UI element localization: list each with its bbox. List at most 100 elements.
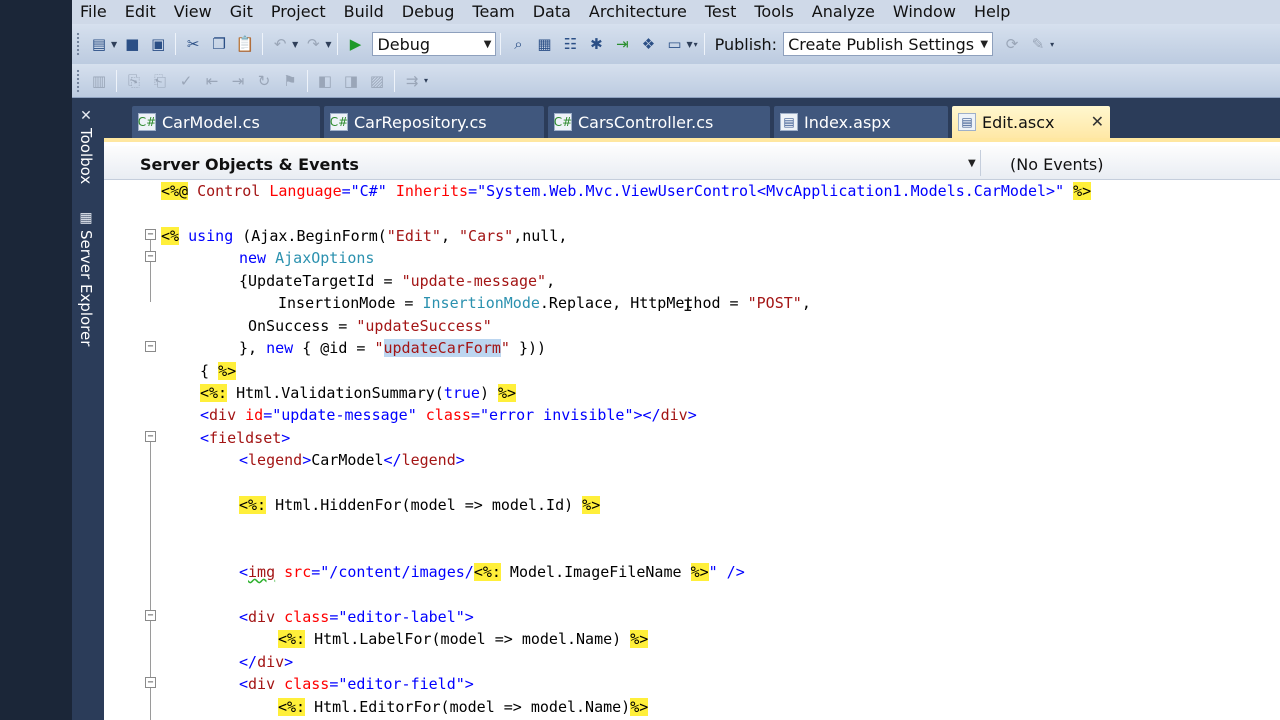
- menu-debug[interactable]: Debug: [393, 0, 464, 24]
- code-line[interactable]: </div>: [239, 651, 293, 673]
- collapse-icon[interactable]: −: [145, 229, 156, 240]
- code-line[interactable]: <fieldset>: [200, 427, 290, 449]
- comment-icon[interactable]: ⎘: [123, 70, 145, 92]
- new-project-icon[interactable]: ▤: [88, 33, 110, 55]
- code-line[interactable]: <%@ Control Language="C#" Inherits="Syst…: [161, 180, 1092, 202]
- menu-test[interactable]: Test: [696, 0, 746, 24]
- code-line[interactable]: <%: Html.EditorFor(model => model.Name)%…: [278, 696, 649, 718]
- code-string: "POST": [747, 294, 802, 312]
- code-line[interactable]: {UpdateTargetId = "update-message",: [239, 270, 555, 292]
- code-line[interactable]: <div class="editor-field">: [239, 673, 474, 695]
- publish-settings-edit-icon[interactable]: ✎: [1027, 33, 1049, 55]
- server-objects-dropdown[interactable]: Server Objects & Events: [140, 155, 359, 174]
- menu-team[interactable]: Team: [463, 0, 523, 24]
- menu-edit[interactable]: Edit: [116, 0, 165, 24]
- close-icon[interactable]: ✕: [1091, 112, 1104, 131]
- toolbar-overflow-icon[interactable]: ▾: [694, 40, 698, 49]
- code-punct: />: [717, 563, 745, 581]
- publish-web-icon[interactable]: ⟳: [1001, 33, 1023, 55]
- tab-index-aspx[interactable]: ▤ Index.aspx: [774, 106, 948, 138]
- find-in-files-icon[interactable]: ⌕: [507, 33, 529, 55]
- tab-edit-ascx[interactable]: ▤ Edit.ascx ✕: [952, 106, 1110, 138]
- code-line[interactable]: <%: Html.HiddenFor(model => model.Id) %>: [239, 494, 601, 516]
- toolbar-overflow-icon[interactable]: ▾: [1050, 40, 1054, 49]
- tab-carmodel[interactable]: C# CarModel.cs: [132, 106, 320, 138]
- menu-file[interactable]: File: [72, 0, 116, 24]
- menu-analyze[interactable]: Analyze: [803, 0, 884, 24]
- chevron-down-icon: ▼: [980, 38, 989, 50]
- publish-settings-combo[interactable]: Create Publish Settings ▼: [783, 32, 994, 56]
- menu-window[interactable]: Window: [884, 0, 965, 24]
- save-all-icon[interactable]: ▣: [147, 33, 169, 55]
- clear-bookmarks-icon[interactable]: ▨: [366, 70, 388, 92]
- next-bookmark-icon[interactable]: ◨: [340, 70, 362, 92]
- indent-icon[interactable]: ⇥: [227, 70, 249, 92]
- object-browser-icon[interactable]: ✱: [585, 33, 607, 55]
- toolbox-tab[interactable]: ✕ Toolbox: [74, 108, 98, 184]
- code-line[interactable]: new AjaxOptions: [239, 247, 374, 269]
- menu-data[interactable]: Data: [524, 0, 580, 24]
- code-line[interactable]: <div id="update-message" class="error in…: [200, 404, 697, 426]
- chevron-down-icon[interactable]: ▼: [968, 158, 976, 169]
- previous-bookmark-icon[interactable]: ◧: [314, 70, 336, 92]
- redo-icon[interactable]: ↷: [302, 33, 324, 55]
- menu-git[interactable]: Git: [221, 0, 262, 24]
- solution-explorer-icon[interactable]: ▦: [533, 33, 555, 55]
- collapse-icon[interactable]: −: [145, 251, 156, 262]
- code-line[interactable]: OnSuccess = "updateSuccess": [248, 315, 492, 337]
- quick-info-icon[interactable]: ⇉: [401, 70, 423, 92]
- code-text-area[interactable]: − − − − − − <%@ Control Language="C#" In…: [104, 180, 1280, 720]
- menu-view[interactable]: View: [165, 0, 221, 24]
- undo-icon[interactable]: ↶: [269, 33, 291, 55]
- code-line[interactable]: <legend>CarModel</legend>: [239, 449, 465, 471]
- code-line[interactable]: InsertionMode = InsertionMode.Replace, H…: [278, 292, 811, 314]
- bookmark-icon[interactable]: ⚑: [279, 70, 301, 92]
- new-project-dropdown-icon[interactable]: ▼: [111, 40, 117, 49]
- code-line[interactable]: }, new { @id = "updateCarForm" })): [239, 337, 546, 359]
- paste-icon[interactable]: 📋: [234, 33, 256, 55]
- events-dropdown[interactable]: (No Events): [1010, 155, 1104, 174]
- undo-dropdown-icon[interactable]: ▼: [292, 40, 298, 49]
- collapse-icon[interactable]: −: [145, 677, 156, 688]
- collapse-icon[interactable]: −: [145, 610, 156, 621]
- menu-project[interactable]: Project: [262, 0, 335, 24]
- server-explorer-tab[interactable]: ▦ Server Explorer: [74, 210, 98, 346]
- redo-dropdown-icon[interactable]: ▼: [325, 40, 331, 49]
- check-icon[interactable]: ✓: [175, 70, 197, 92]
- html-source-toolbar: ▥ ⎘ ⎗ ✓ ⇤ ⇥ ↻ ⚑ ◧ ◨ ▨ ⇉ ▾: [72, 64, 1280, 98]
- toolbar-overflow-icon[interactable]: ▾: [424, 76, 428, 85]
- code-line[interactable]: <%: Html.ValidationSummary(true) %>: [200, 382, 517, 404]
- toolbar-grip-icon[interactable]: [76, 68, 80, 93]
- extension-manager-icon[interactable]: ❖: [637, 33, 659, 55]
- menu-help[interactable]: Help: [965, 0, 1019, 24]
- collapse-icon[interactable]: −: [145, 341, 156, 352]
- properties-icon[interactable]: ☷: [559, 33, 581, 55]
- toolbar-grip-icon[interactable]: [76, 32, 80, 56]
- menu-architecture[interactable]: Architecture: [580, 0, 696, 24]
- menu-tools[interactable]: Tools: [745, 0, 802, 24]
- outdent-icon[interactable]: ⇤: [201, 70, 223, 92]
- tab-carrepository[interactable]: C# CarRepository.cs: [324, 106, 544, 138]
- tab-carscontroller[interactable]: C# CarsController.cs: [548, 106, 770, 138]
- cut-icon[interactable]: ✂: [182, 33, 204, 55]
- uncomment-icon[interactable]: ⎗: [149, 70, 171, 92]
- menu-build[interactable]: Build: [335, 0, 393, 24]
- collapse-icon[interactable]: −: [145, 431, 156, 442]
- copy-icon[interactable]: ❐: [208, 33, 230, 55]
- toolbox-icon[interactable]: ⇥: [611, 33, 633, 55]
- toolbar-separator: [307, 69, 308, 92]
- toolbar-separator: [116, 69, 117, 92]
- format-icon[interactable]: ▥: [88, 70, 110, 92]
- save-icon[interactable]: ■: [121, 33, 143, 55]
- code-line[interactable]: <img src="/content/images/<%: Model.Imag…: [239, 561, 745, 583]
- code-line[interactable]: <% using (Ajax.BeginForm("Edit", "Cars",…: [161, 225, 567, 247]
- refresh-icon[interactable]: ↻: [253, 70, 275, 92]
- start-debugging-icon[interactable]: ▶: [344, 33, 366, 55]
- solution-configuration-combo[interactable]: Debug ▼: [372, 32, 497, 56]
- code-line[interactable]: <%: Html.LabelFor(model => model.Name) %…: [278, 628, 649, 650]
- start-page-dropdown-icon[interactable]: ▼: [686, 40, 692, 49]
- toolbar-separator: [175, 33, 177, 55]
- start-page-icon[interactable]: ▭: [663, 33, 685, 55]
- code-line[interactable]: { %>: [200, 360, 237, 382]
- code-line[interactable]: <div class="editor-label">: [239, 606, 474, 628]
